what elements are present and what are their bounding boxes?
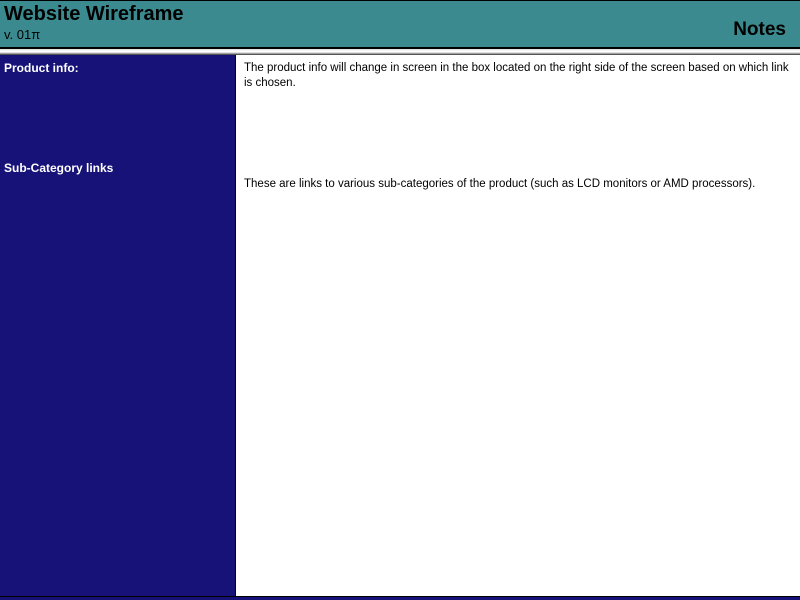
note-product-info: The product info will change in screen i… xyxy=(244,61,792,91)
version-label: v. 01π xyxy=(4,27,40,42)
header-divider xyxy=(0,48,800,55)
main-area: Product info: Sub-Category links The pro… xyxy=(0,55,800,596)
notes-heading: Notes xyxy=(733,19,786,41)
sidebar-item-product-info: Product info: xyxy=(0,55,235,81)
content-area: The product info will change in screen i… xyxy=(236,55,800,596)
note-subcategory-links: These are links to various sub-categorie… xyxy=(244,177,792,192)
header: Website Wireframe v. 01π Notes xyxy=(0,0,800,48)
sidebar: Product info: Sub-Category links xyxy=(0,55,236,596)
page-title: Website Wireframe xyxy=(4,3,184,26)
sidebar-item-subcategory-links: Sub-Category links xyxy=(0,155,235,181)
footer-divider xyxy=(0,596,800,600)
